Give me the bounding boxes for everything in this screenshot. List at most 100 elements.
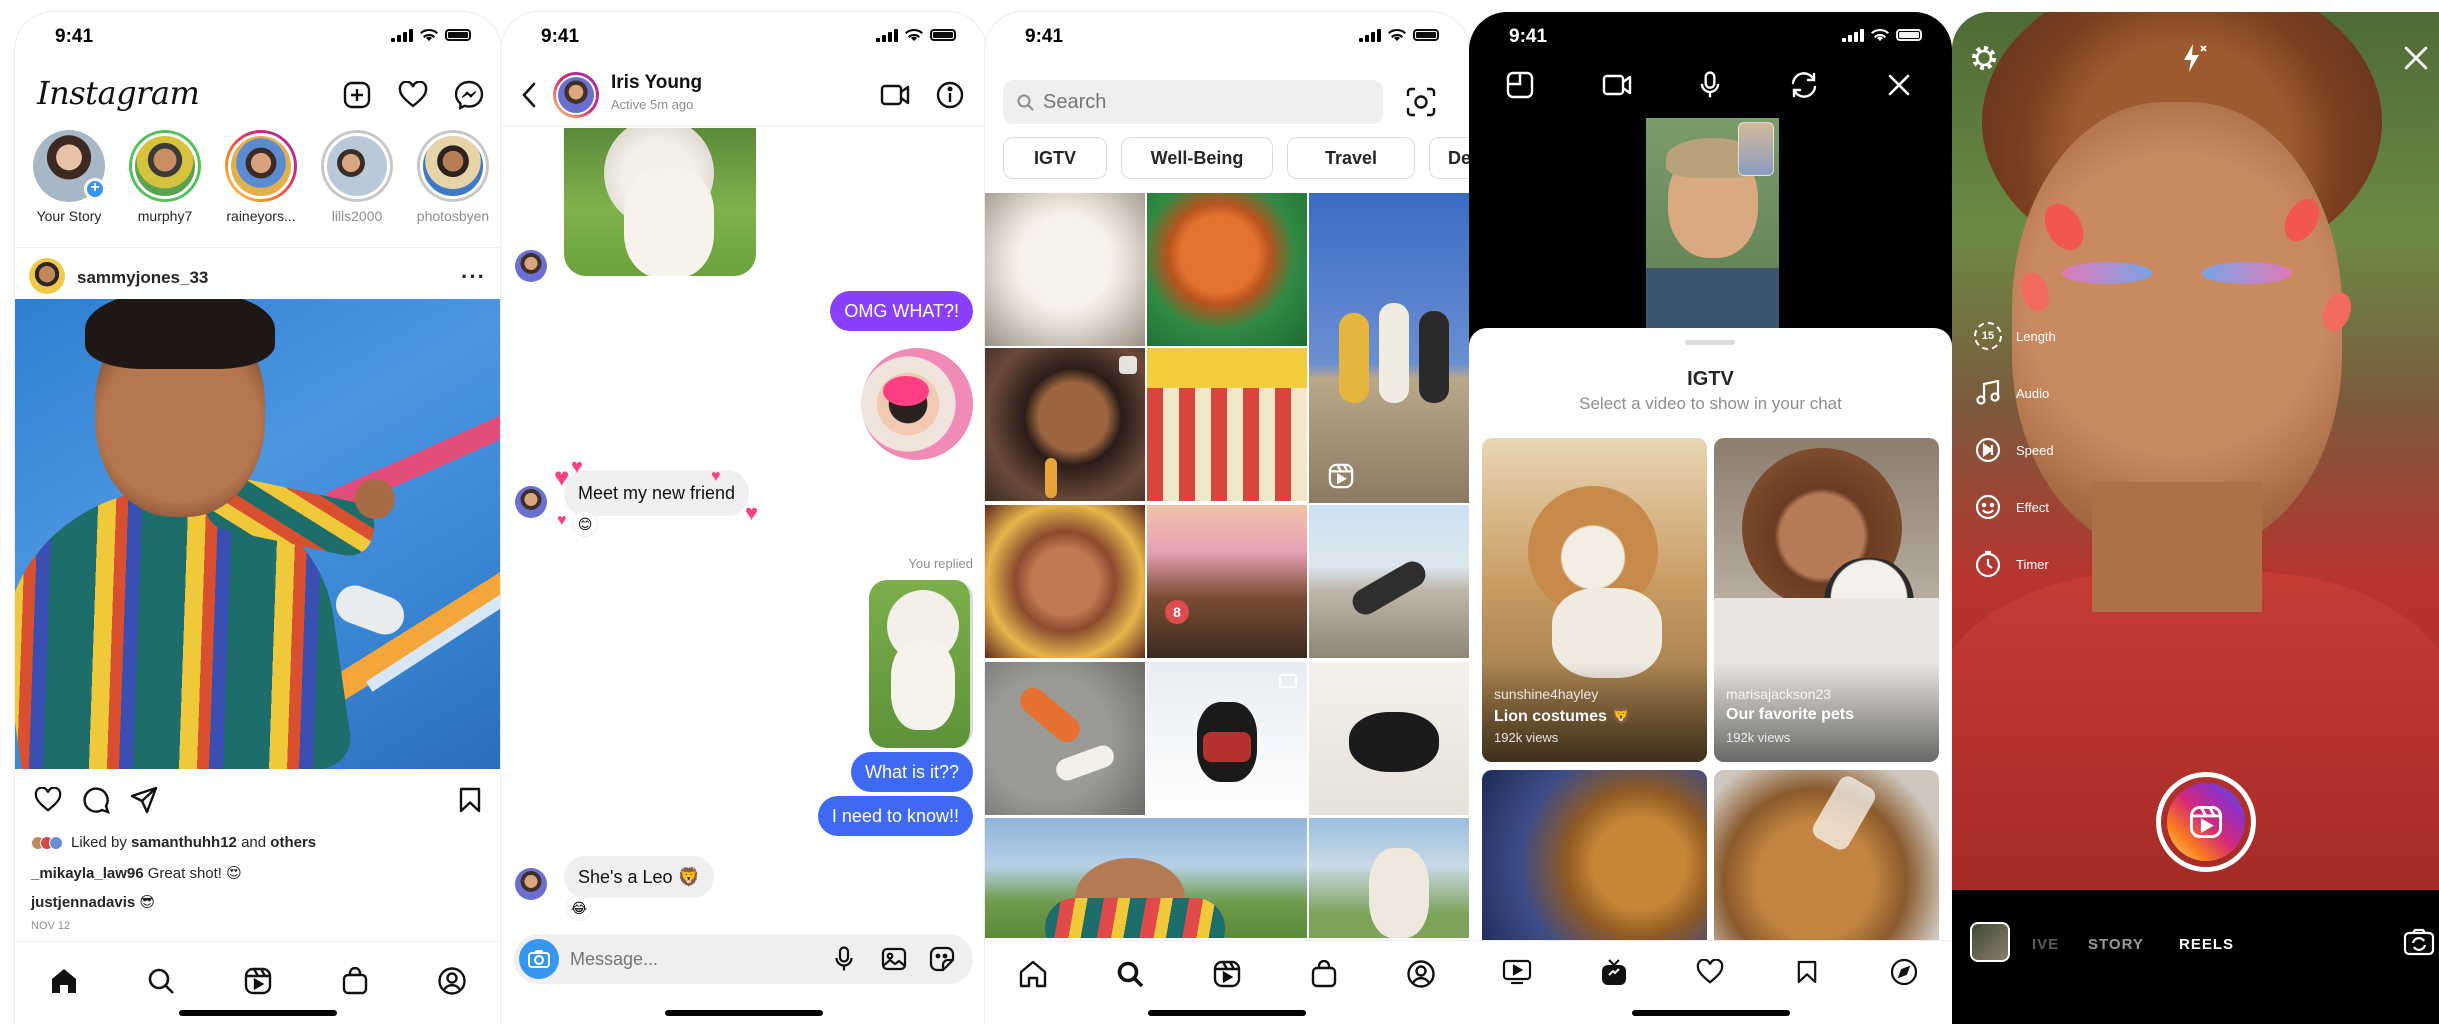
liked-by-user[interactable]: samanthuhh12 xyxy=(131,834,237,851)
reaction-emoji[interactable]: 😊 xyxy=(573,512,597,536)
igtv-heart-icon[interactable] xyxy=(1690,952,1730,992)
igtv-bookmark-icon[interactable] xyxy=(1787,952,1827,992)
search-bar[interactable] xyxy=(1003,80,1383,124)
share-icon[interactable] xyxy=(127,784,161,816)
close-icon[interactable] xyxy=(1882,68,1916,102)
comment-username[interactable]: _mikayla_law96 xyxy=(31,865,144,882)
messenger-icon[interactable] xyxy=(452,78,486,112)
story-murphy7[interactable]: murphy7 xyxy=(122,130,208,224)
explore-tile-dancers[interactable] xyxy=(1309,193,1469,503)
chip-igtv[interactable]: IGTV xyxy=(1003,137,1107,179)
explore-tile-stripes[interactable] xyxy=(1147,348,1307,501)
igtv-video-favorite-pets[interactable]: marisajackson23 Our favorite pets 192k v… xyxy=(1714,438,1939,762)
layout-icon[interactable] xyxy=(1503,68,1537,102)
comment-icon[interactable] xyxy=(79,784,113,816)
igtv-video-lion-costumes[interactable]: sunshine4hayley Lion costumes 🦁 192k vie… xyxy=(1482,438,1707,762)
liked-by-others[interactable]: others xyxy=(270,834,316,851)
video-call-tile[interactable] xyxy=(1646,118,1779,340)
explore-tile-peace-sign[interactable] xyxy=(985,505,1145,658)
settings-gear-icon[interactable] xyxy=(1966,40,2002,76)
story-your-story[interactable]: + Your Story xyxy=(26,130,112,224)
flip-camera-icon[interactable] xyxy=(2401,924,2437,960)
igtv-tv-icon[interactable] xyxy=(1497,952,1537,992)
explore-tile-dog-snow[interactable] xyxy=(1147,662,1307,815)
post-avatar[interactable] xyxy=(29,258,65,294)
tool-length[interactable]: 15 Length xyxy=(1974,322,2056,350)
story-photosbyen[interactable]: photosbyen xyxy=(410,130,496,224)
activity-heart-icon[interactable] xyxy=(396,78,430,112)
tool-speed[interactable]: Speed xyxy=(1974,436,2054,464)
home-tab-icon[interactable] xyxy=(44,961,84,1001)
mode-live[interactable]: IVE xyxy=(2032,936,2059,953)
igtv-video-tiger-cub[interactable] xyxy=(1714,770,1939,940)
tool-audio[interactable]: Audio xyxy=(1974,379,2049,407)
home-tab-icon[interactable] xyxy=(1013,954,1053,994)
gallery-thumbnail[interactable] xyxy=(1970,922,2010,962)
explore-tile-black-dog[interactable] xyxy=(1309,662,1469,815)
shared-photo-message[interactable] xyxy=(564,128,756,276)
explore-tile-skateboard[interactable] xyxy=(1309,505,1469,658)
sticker-photo[interactable] xyxy=(861,348,973,460)
igtv-video-lion[interactable] xyxy=(1482,770,1707,940)
camera-button[interactable] xyxy=(519,939,559,979)
flip-camera-icon[interactable] xyxy=(1787,68,1821,102)
message-leo[interactable]: She's a Leo 🦁 xyxy=(564,856,714,898)
message-meet-friend[interactable]: Meet my new friend xyxy=(564,470,750,516)
like-heart-icon[interactable] xyxy=(31,784,65,816)
save-bookmark-icon[interactable] xyxy=(453,784,487,816)
igtv-compass-icon[interactable] xyxy=(1884,952,1924,992)
close-icon[interactable] xyxy=(2398,40,2434,76)
self-view-pip[interactable] xyxy=(1738,122,1774,176)
reaction-emoji[interactable]: 😂 xyxy=(567,896,591,920)
search-tab-icon[interactable] xyxy=(141,961,181,1001)
reply-photo[interactable] xyxy=(869,580,973,748)
tool-effect[interactable]: Effect xyxy=(1974,493,2049,521)
post-username[interactable]: sammyjones_33 xyxy=(77,268,208,288)
microphone-icon[interactable] xyxy=(829,944,859,974)
search-tab-icon[interactable] xyxy=(1110,954,1150,994)
message-input[interactable] xyxy=(570,944,810,974)
sticker-icon[interactable] xyxy=(927,944,957,974)
post-photo[interactable] xyxy=(15,299,501,769)
explore-tile-basketball[interactable] xyxy=(1147,193,1307,346)
search-input[interactable] xyxy=(1043,87,1363,117)
new-post-icon[interactable] xyxy=(340,78,374,112)
reels-tab-icon[interactable] xyxy=(238,961,278,1001)
explore-tile-laughing[interactable] xyxy=(985,818,1307,938)
story-raineyors[interactable]: raineyors... xyxy=(218,130,304,224)
profile-tab-icon[interactable] xyxy=(432,961,472,1001)
message-omg[interactable]: OMG WHAT?! xyxy=(830,291,973,331)
flash-off-icon[interactable] xyxy=(2176,40,2212,76)
add-story-plus-icon[interactable]: + xyxy=(84,178,106,200)
contact-avatar[interactable] xyxy=(553,72,599,118)
chip-design[interactable]: De xyxy=(1429,137,1469,179)
shop-tab-icon[interactable] xyxy=(1304,954,1344,994)
igtv-home-icon[interactable] xyxy=(1594,952,1634,992)
info-icon[interactable] xyxy=(933,78,967,112)
chip-well-being[interactable]: Well-Being xyxy=(1121,137,1273,179)
mode-reels[interactable]: REELS xyxy=(2179,936,2234,953)
explore-tile-portrait[interactable] xyxy=(985,348,1145,501)
reels-tab-icon[interactable] xyxy=(1207,954,1247,994)
profile-tab-icon[interactable] xyxy=(1401,954,1441,994)
tool-timer[interactable]: Timer xyxy=(1974,550,2049,578)
contact-name[interactable]: Iris Young xyxy=(611,72,702,94)
video-call-icon[interactable] xyxy=(878,80,912,110)
mode-story[interactable]: STORY xyxy=(2088,936,2144,953)
chip-travel[interactable]: Travel xyxy=(1287,137,1415,179)
explore-tile-dog[interactable] xyxy=(985,193,1145,346)
video-camera-icon[interactable] xyxy=(1600,68,1634,102)
explore-tile-llama[interactable] xyxy=(1309,818,1469,938)
post-options-icon[interactable]: ··· xyxy=(461,264,486,290)
story-lills2000[interactable]: lills2000 xyxy=(314,130,400,224)
explore-tile-koi[interactable] xyxy=(985,662,1145,815)
back-chevron-icon[interactable] xyxy=(515,78,543,112)
comment-username[interactable]: justjennadavis xyxy=(31,894,135,911)
sheet-grabber[interactable] xyxy=(1685,340,1735,345)
explore-tile-ice-cream[interactable]: 8 xyxy=(1147,505,1307,658)
gallery-icon[interactable] xyxy=(879,944,909,974)
record-button[interactable] xyxy=(2156,772,2256,872)
message-what-is-it[interactable]: What is it?? xyxy=(850,752,973,792)
shop-tab-icon[interactable] xyxy=(335,961,375,1001)
microphone-icon[interactable] xyxy=(1693,68,1727,102)
